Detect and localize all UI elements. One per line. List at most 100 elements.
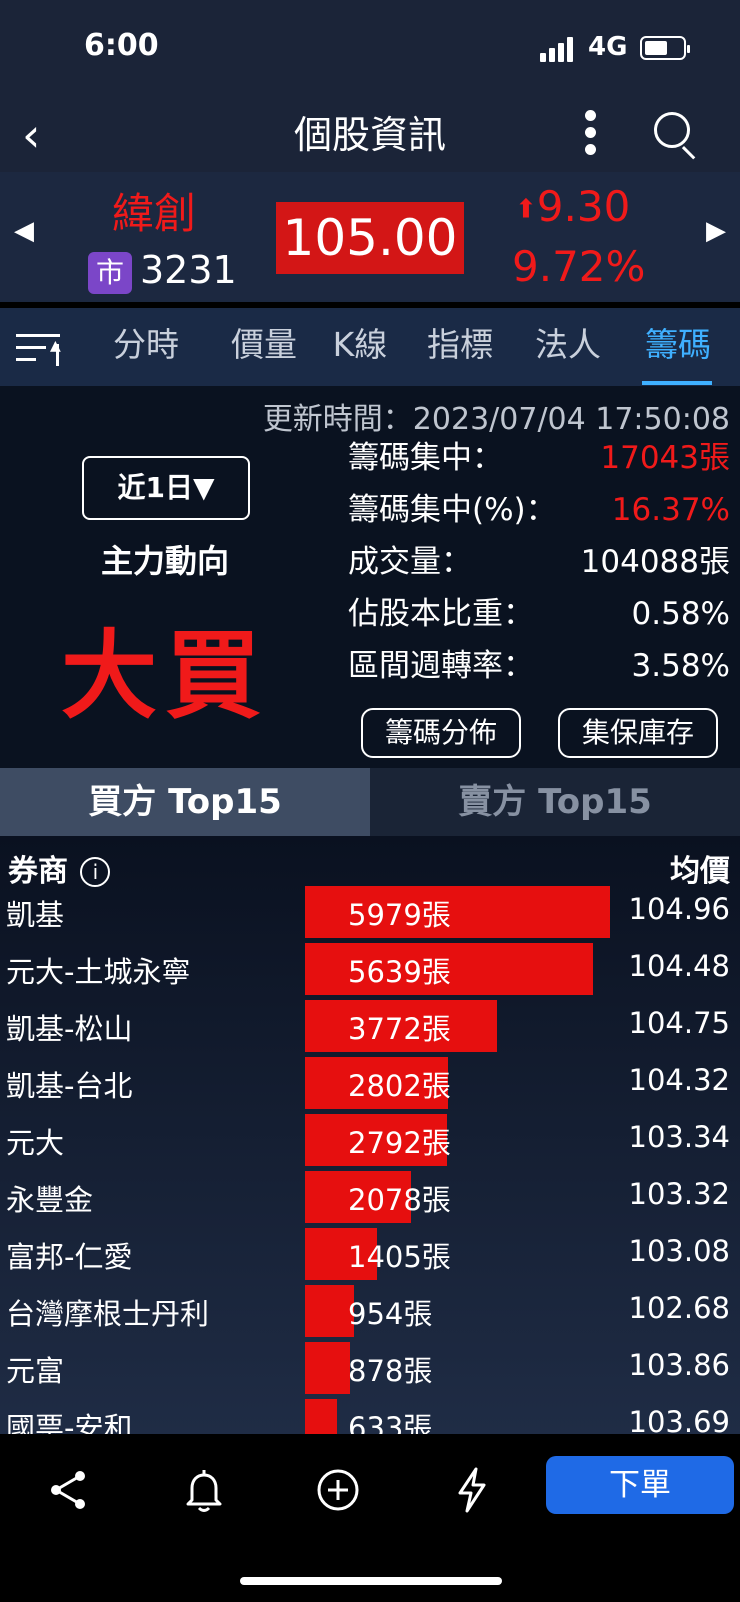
status-time: 6:00: [84, 28, 159, 63]
more-options-icon[interactable]: [580, 108, 600, 156]
metric-label: 成交量：: [348, 544, 472, 580]
next-stock-icon[interactable]: ▶: [706, 216, 726, 246]
volume-value: 954張: [348, 1297, 433, 1331]
cellular-signal-icon: [540, 36, 576, 62]
broker-name: 國票-安和: [6, 1411, 133, 1434]
metric-value: 3.58%: [631, 648, 730, 684]
active-tab-indicator: [642, 381, 712, 385]
tab-intraday[interactable]: 分時: [108, 322, 184, 368]
broker-name: 永豐金: [6, 1183, 94, 1217]
stock-quote-header: ◀ 緯創 市 3231 105.00 ⬆9.30 9.72% ▶: [0, 172, 740, 302]
custody-inventory-button[interactable]: 集保庫存: [558, 708, 718, 758]
tab-indicators[interactable]: 指標: [420, 322, 500, 368]
up-arrow-icon: ⬆: [515, 194, 537, 225]
metric-value: 17043張: [600, 440, 730, 476]
tab-chips[interactable]: 籌碼: [640, 322, 716, 368]
volume-value: 633張: [348, 1411, 433, 1434]
volume-value: 3772張: [348, 1012, 451, 1046]
back-arrow-icon[interactable]: ‹: [22, 110, 40, 160]
buy-sell-tabs: 買方 Top15 賣方 Top15: [0, 768, 740, 836]
broker-name: 凱基-台北: [6, 1069, 133, 1103]
chip-info-panel: 更新時間：2023/07/04 17:50:08 近1日▼ 主力動向 大買 籌碼…: [0, 386, 740, 768]
avg-price: 102.68: [628, 1291, 730, 1325]
avg-price: 104.32: [628, 1063, 730, 1097]
list-item[interactable]: 凱基-松山 3772張 104.75: [0, 996, 740, 1053]
list-item[interactable]: 元大-土城永寧 5639張 104.48: [0, 939, 740, 996]
volume-value: 2792張: [348, 1126, 451, 1160]
home-indicator: [240, 1577, 502, 1585]
broker-rows: 凱基 5979張 104.96 元大-土城永寧 5639張 104.48 凱基-松山 3772…: [0, 882, 740, 1434]
volume-value: 2802張: [348, 1069, 451, 1103]
list-item[interactable]: 台灣摩根士丹利 954張 102.68: [0, 1281, 740, 1338]
tab-institutional[interactable]: 法人: [528, 322, 608, 368]
current-price: 105.00: [276, 202, 464, 274]
list-item[interactable]: 永豐金 2078張 103.32: [0, 1167, 740, 1224]
broker-name: 元大: [6, 1126, 65, 1160]
tab-bar: ▲ 分時 價量 K線 指標 法人 籌碼: [0, 308, 740, 386]
share-icon[interactable]: [44, 1466, 92, 1514]
volume-bar: [305, 1399, 337, 1434]
volume-bar: [305, 1285, 354, 1337]
tab-kline[interactable]: K線: [322, 322, 398, 368]
search-icon[interactable]: [654, 112, 700, 160]
stock-name: 緯創: [112, 189, 197, 238]
volume-bar: [305, 1342, 350, 1394]
page-title: 個股資訊: [293, 113, 446, 157]
volume-value: 5639張: [348, 955, 451, 989]
price-change-percent: 9.72%: [512, 242, 646, 291]
list-item[interactable]: 富邦-仁愛 1405張 103.08: [0, 1224, 740, 1281]
avg-price: 104.48: [628, 949, 730, 983]
broker-name: 元大-土城永寧: [6, 955, 191, 989]
price-change: ⬆9.30: [515, 182, 630, 231]
broker-name: 凱基: [6, 898, 65, 932]
broker-name: 元富: [6, 1354, 65, 1388]
chip-distribution-button[interactable]: 籌碼分佈: [361, 708, 521, 758]
list-item[interactable]: 元大 2792張 103.34: [0, 1110, 740, 1167]
previous-stock-icon[interactable]: ◀: [14, 216, 34, 246]
avg-price: 103.34: [628, 1120, 730, 1154]
metric-value: 16.37%: [611, 492, 730, 528]
avg-price: 103.86: [628, 1348, 730, 1382]
list-item[interactable]: 凱基 5979張 104.96: [0, 882, 740, 939]
tab-buy-top15[interactable]: 買方 Top15: [0, 768, 370, 836]
bell-icon[interactable]: [180, 1466, 228, 1514]
list-item[interactable]: 凱基-台北 2802張 104.32: [0, 1053, 740, 1110]
volume-value: 5979張: [348, 898, 451, 932]
volume-value: 878張: [348, 1354, 433, 1388]
metric-label: 區間週轉率：: [348, 648, 534, 684]
period-dropdown[interactable]: 近1日▼: [82, 456, 250, 520]
broker-name: 凱基-松山: [6, 1012, 133, 1046]
avg-price: 103.08: [628, 1234, 730, 1268]
network-type: 4G: [588, 32, 628, 62]
bottom-toolbar: 下單: [0, 1434, 740, 1602]
tab-sell-top15[interactable]: 賣方 Top15: [370, 768, 740, 836]
metric-value: 104088張: [580, 544, 730, 580]
metric-label: 佔股本比重：: [348, 596, 534, 632]
list-item[interactable]: 元富 878張 103.86: [0, 1338, 740, 1395]
avg-price: 103.32: [628, 1177, 730, 1211]
tab-price-volume[interactable]: 價量: [214, 322, 314, 368]
volume-value: 2078張: [348, 1183, 451, 1217]
metric-label: 籌碼集中：: [348, 440, 503, 476]
add-circle-icon[interactable]: [314, 1466, 362, 1514]
volume-value: 1405張: [348, 1240, 451, 1274]
metric-label: 籌碼集中(%)：: [348, 492, 557, 528]
battery-icon: [640, 36, 690, 60]
metric-value: 0.58%: [631, 596, 730, 632]
stock-code: 3231: [140, 248, 237, 292]
avg-price: 104.75: [628, 1006, 730, 1040]
main-force-label: 主力動向: [100, 542, 229, 580]
sort-menu-icon[interactable]: ▲: [16, 326, 64, 366]
place-order-button[interactable]: 下單: [546, 1456, 734, 1514]
price-change-value: 9.30: [536, 182, 631, 231]
market-badge: 市: [88, 252, 132, 294]
broker-name: 富邦-仁愛: [6, 1240, 133, 1274]
nav-bar: 個股資訊 ‹: [0, 100, 740, 172]
avg-price: 104.96: [628, 892, 730, 926]
update-time: 更新時間：2023/07/04 17:50:08: [262, 402, 730, 437]
status-bar: 6:00 4G: [0, 0, 740, 100]
list-item[interactable]: 國票-安和 633張 103.69: [0, 1395, 740, 1434]
lightning-icon[interactable]: [448, 1466, 496, 1514]
main-force-signal: 大買: [61, 620, 269, 732]
avg-price: 103.69: [628, 1405, 730, 1434]
